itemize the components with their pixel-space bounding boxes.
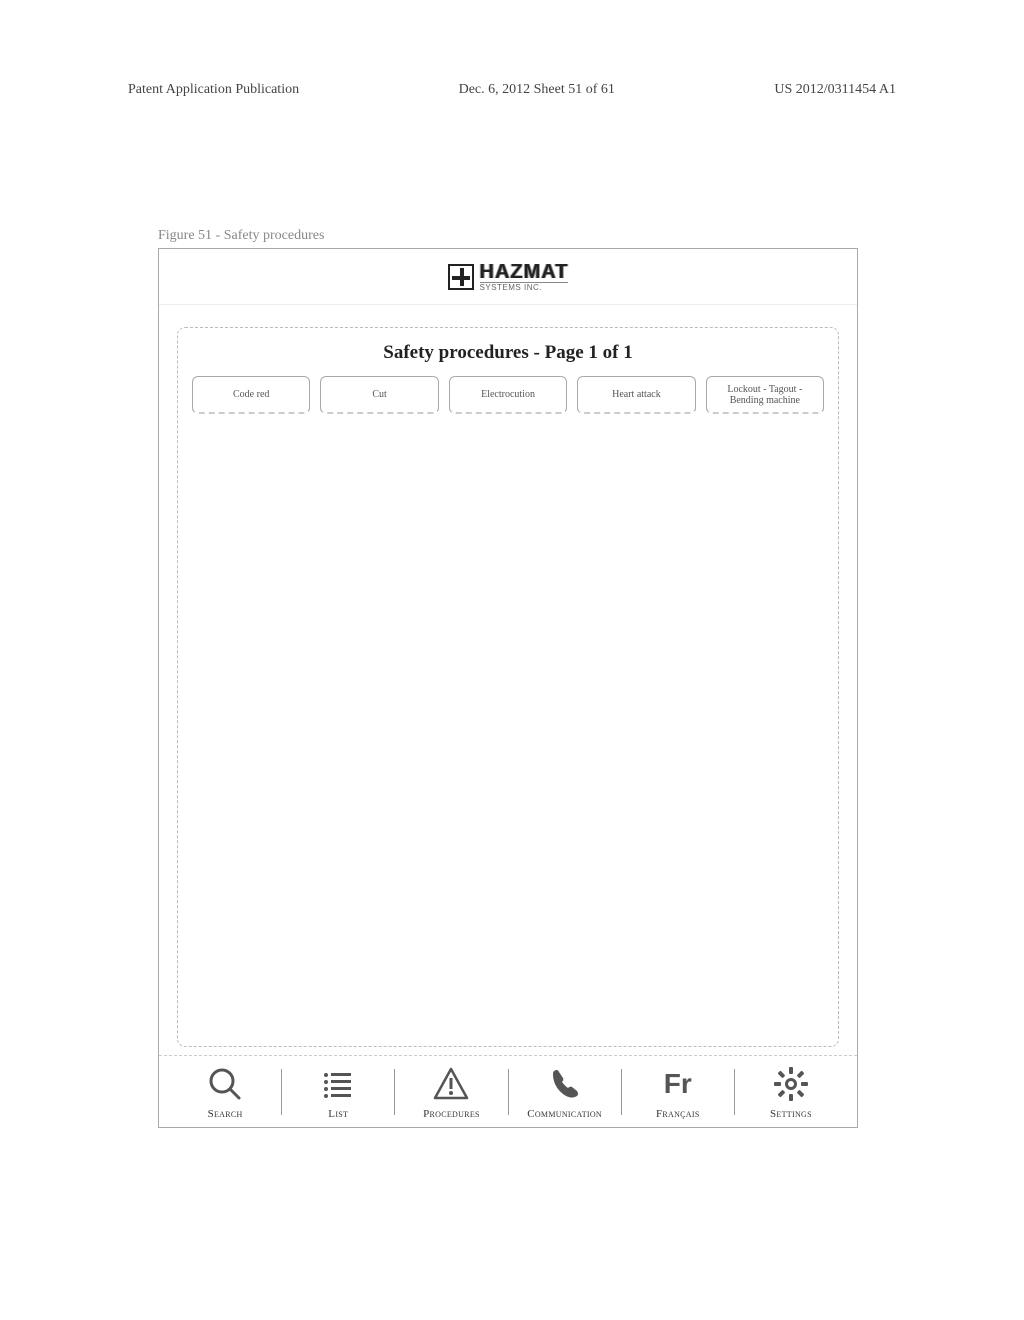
logo-bar: HAZMAT SYSTEMS INC. bbox=[159, 249, 857, 305]
warning-icon bbox=[431, 1064, 471, 1104]
procedure-code-red[interactable]: Code red bbox=[192, 376, 310, 414]
doc-header-left: Patent Application Publication bbox=[128, 82, 299, 98]
logo: HAZMAT SYSTEMS INC. bbox=[448, 262, 569, 292]
toolbar-francais-label: Français bbox=[656, 1108, 700, 1120]
fr-glyph: Fr bbox=[664, 1068, 692, 1100]
procedure-cut[interactable]: Cut bbox=[320, 376, 438, 414]
procedures-row: Code red Cut Electrocution Heart attack … bbox=[178, 376, 838, 414]
toolbar-settings[interactable]: Settings bbox=[735, 1064, 847, 1120]
toolbar-procedures[interactable]: Procedures bbox=[395, 1064, 507, 1120]
logo-bottom: SYSTEMS INC. bbox=[480, 282, 569, 292]
bottom-toolbar: Search List Procedures bbox=[159, 1055, 857, 1127]
toolbar-settings-label: Settings bbox=[770, 1108, 812, 1120]
toolbar-communication[interactable]: Communication bbox=[509, 1064, 621, 1120]
gear-icon bbox=[771, 1064, 811, 1104]
search-icon bbox=[205, 1064, 245, 1104]
logo-top: HAZMAT bbox=[480, 262, 569, 282]
panel-title: Safety procedures - Page 1 of 1 bbox=[178, 328, 838, 376]
toolbar-search-label: Search bbox=[208, 1108, 243, 1120]
doc-header-right: US 2012/0311454 A1 bbox=[774, 82, 896, 98]
logo-mark-icon bbox=[448, 264, 474, 290]
fr-icon: Fr bbox=[658, 1064, 698, 1104]
toolbar-communication-label: Communication bbox=[527, 1108, 602, 1120]
doc-header: Patent Application Publication Dec. 6, 2… bbox=[128, 82, 896, 98]
procedure-electrocution[interactable]: Electrocution bbox=[449, 376, 567, 414]
toolbar-list-label: List bbox=[328, 1108, 348, 1120]
list-icon bbox=[318, 1064, 358, 1104]
app-frame: HAZMAT SYSTEMS INC. Safety procedures - … bbox=[158, 248, 858, 1128]
doc-header-center: Dec. 6, 2012 Sheet 51 of 61 bbox=[459, 82, 615, 98]
phone-icon bbox=[545, 1064, 585, 1104]
figure-caption: Figure 51 - Safety procedures bbox=[158, 228, 324, 244]
procedure-lockout-tagout[interactable]: Lockout - Tagout - Bending machine bbox=[706, 376, 824, 414]
toolbar-search[interactable]: Search bbox=[169, 1064, 281, 1120]
toolbar-procedures-label: Procedures bbox=[423, 1108, 480, 1120]
procedure-heart-attack[interactable]: Heart attack bbox=[577, 376, 695, 414]
toolbar-francais[interactable]: Fr Français bbox=[622, 1064, 734, 1120]
logo-text: HAZMAT SYSTEMS INC. bbox=[480, 262, 569, 292]
procedures-panel: Safety procedures - Page 1 of 1 Code red… bbox=[177, 327, 839, 1047]
toolbar-list[interactable]: List bbox=[282, 1064, 394, 1120]
